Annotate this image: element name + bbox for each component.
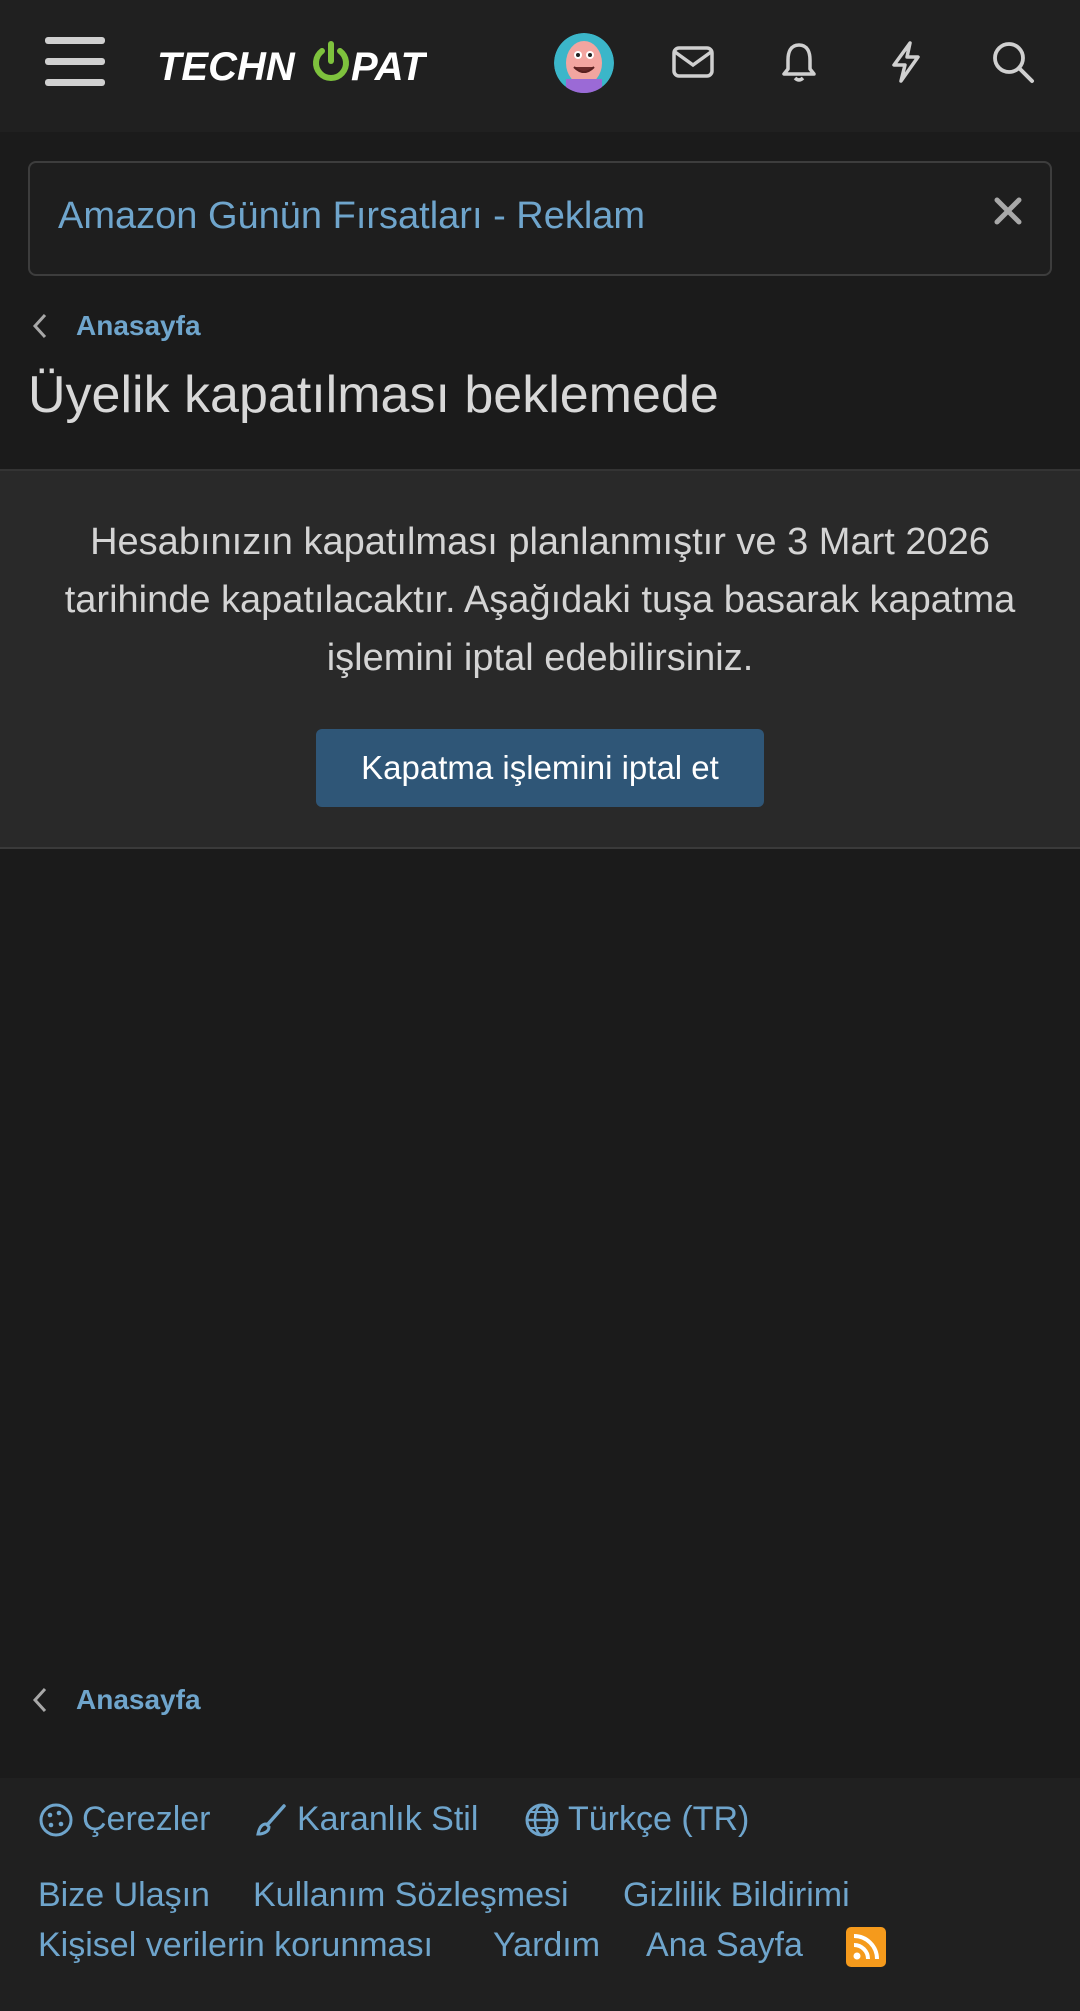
top-navigation-bar: TECHN PAT	[0, 0, 1080, 132]
breadcrumb-label: Anasayfa	[76, 1684, 201, 1715]
home-link[interactable]: Ana Sayfa	[646, 1926, 803, 1965]
globe-icon	[525, 1803, 559, 1836]
help-link[interactable]: Yardım	[493, 1926, 600, 1965]
privacy-link[interactable]: Gizlilik Bildirimi	[623, 1876, 850, 1915]
account-closure-notice: Hesabınızın kapatılması planlanmıştır ve…	[0, 469, 1080, 849]
chevron-left-icon	[32, 1687, 47, 1713]
rss-icon[interactable]	[846, 1927, 886, 1967]
dark-style-link[interactable]: Karanlık Stil	[253, 1800, 478, 1839]
logo-text-2: PAT	[351, 45, 427, 88]
notice-message: Hesabınızın kapatılması planlanmıştır ve…	[64, 521, 1016, 679]
close-icon[interactable]	[988, 191, 1028, 231]
contact-link[interactable]: Bize Ulaşın	[38, 1876, 210, 1915]
breadcrumb-bottom[interactable]: Anasayfa	[32, 1680, 201, 1720]
terms-link[interactable]: Kullanım Sözleşmesi	[253, 1876, 569, 1915]
chevron-left-icon	[32, 313, 47, 339]
cancel-closure-button[interactable]: Kapatma işlemini iptal et	[316, 729, 764, 807]
language-link[interactable]: Türkçe (TR)	[524, 1800, 749, 1839]
ad-banner-link[interactable]: Amazon Günün Fırsatları - Reklam	[58, 195, 645, 238]
envelope-icon[interactable]	[661, 30, 725, 94]
breadcrumb-top[interactable]: Anasayfa	[32, 306, 201, 346]
personal-data-link[interactable]: Kişisel verilerin korunması	[38, 1926, 433, 1965]
logo-text-1: TECHN	[157, 45, 296, 88]
page-title: Üyelik kapatılması beklemede	[28, 366, 719, 424]
dark-style-label: Karanlık Stil	[297, 1800, 479, 1838]
language-label: Türkçe (TR)	[568, 1800, 750, 1838]
cookie-icon	[39, 1803, 73, 1836]
user-avatar[interactable]	[554, 33, 614, 93]
bolt-icon[interactable]	[874, 30, 938, 94]
bell-icon[interactable]	[767, 30, 831, 94]
footer: Çerezler Karanlık Stil Türkçe (TR) Bize …	[0, 1778, 1080, 2011]
cookies-link[interactable]: Çerezler	[38, 1800, 210, 1839]
breadcrumb-label: Anasayfa	[76, 310, 201, 341]
cookies-label: Çerezler	[82, 1800, 211, 1838]
menu-icon[interactable]	[45, 37, 105, 87]
search-icon[interactable]	[981, 30, 1045, 94]
paintbrush-icon	[256, 1803, 286, 1836]
ad-banner: Amazon Günün Fırsatları - Reklam	[28, 161, 1052, 276]
technopat-logo[interactable]: TECHN PAT	[157, 40, 429, 89]
logo-power-icon	[313, 41, 349, 81]
